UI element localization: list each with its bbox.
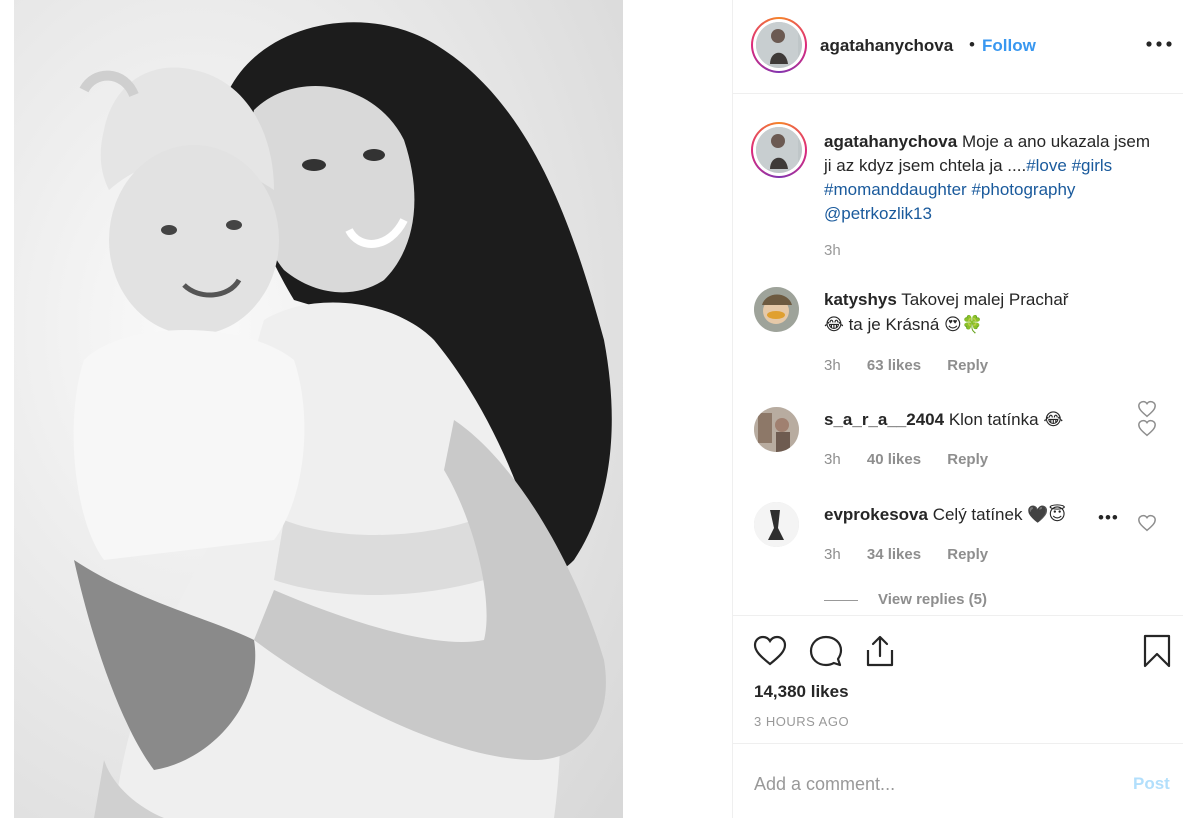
add-comment-input[interactable] xyxy=(754,769,1094,799)
bookmark-icon[interactable] xyxy=(1140,634,1174,668)
commenter-avatar[interactable] xyxy=(754,407,799,452)
commenter-avatar[interactable] xyxy=(754,287,799,332)
hashtag-photography[interactable]: #photography xyxy=(971,180,1075,199)
comment-meta: 3h 63 likes Reply xyxy=(824,357,1010,374)
commenter-avatar[interactable] xyxy=(754,502,799,547)
comment-meta: 3h 34 likes Reply xyxy=(824,546,1010,563)
post-photo[interactable] xyxy=(14,0,623,818)
share-icon[interactable] xyxy=(863,634,897,668)
comment-body-line1: Takovej malej Prachař xyxy=(901,290,1069,309)
comment-likes[interactable]: 63 likes xyxy=(867,357,921,374)
hashtag-momanddaughter[interactable]: #momanddaughter xyxy=(824,180,967,199)
post-photo-illustration xyxy=(14,0,623,818)
comment-like-heart-icon[interactable] xyxy=(1137,400,1157,418)
add-comment-bar: Post xyxy=(733,745,1183,818)
caption-timestamp[interactable]: 3h xyxy=(824,242,841,259)
avatar-photo-icon xyxy=(756,127,798,169)
author-avatar[interactable] xyxy=(751,17,807,73)
view-replies-divider xyxy=(824,599,858,601)
comment-text: s_a_r_a__2404 Klon tatínka 😂 xyxy=(824,407,1124,432)
heart-icon[interactable] xyxy=(753,634,787,668)
comment-likes[interactable]: 34 likes xyxy=(867,546,921,563)
post-likes-count[interactable]: 14,380 likes xyxy=(754,682,849,702)
hashtag-girls[interactable]: #girls xyxy=(1072,156,1113,175)
avatar-photo-icon xyxy=(754,407,799,452)
caption-username[interactable]: agatahanychova xyxy=(824,132,957,151)
post-header: agatahanychova • Follow xyxy=(733,0,1183,94)
author-username[interactable]: agatahanychova xyxy=(820,36,953,56)
comment-text: evprokesova Celý tatínek 🖤😇 xyxy=(824,502,1124,527)
comment-timestamp[interactable]: 3h xyxy=(824,546,841,563)
comment-username[interactable]: s_a_r_a__2404 xyxy=(824,410,944,429)
comment-like-heart-icon[interactable] xyxy=(1137,419,1157,437)
left-gutter xyxy=(0,0,14,818)
post-side-panel: agatahanychova • Follow agatahanychova M… xyxy=(732,0,1183,818)
comment-text: katyshys Takovej malej Prachař 😂 ta je K… xyxy=(824,287,1124,337)
comment-body: Klon tatínka 😂 xyxy=(948,410,1064,429)
more-horizontal-icon[interactable] xyxy=(1145,34,1173,54)
mention-petrkozlik13[interactable]: @petrkozlik13 xyxy=(824,204,932,223)
reply-button[interactable]: Reply xyxy=(947,357,988,374)
comment-timestamp[interactable]: 3h xyxy=(824,451,841,468)
avatar-photo-icon xyxy=(754,287,799,332)
caption-text: agatahanychova Moje a ano ukazala jsem j… xyxy=(824,130,1154,226)
follow-button[interactable]: Follow xyxy=(982,36,1036,56)
post-comment-button[interactable]: Post xyxy=(1133,774,1170,794)
comment-body: Celý tatínek 🖤😇 xyxy=(932,505,1067,524)
comment-username[interactable]: evprokesova xyxy=(824,505,928,524)
view-replies-label: View replies (5) xyxy=(878,591,987,608)
post-actions: 14,380 likes 3 HOURS AGO xyxy=(733,615,1183,744)
comment-like-heart-icon[interactable] xyxy=(1137,514,1157,532)
hashtag-love[interactable]: #love xyxy=(1026,156,1067,175)
comment-meta: 3h 40 likes Reply xyxy=(824,451,1010,468)
comment-timestamp[interactable]: 3h xyxy=(824,357,841,374)
comment-likes[interactable]: 40 likes xyxy=(867,451,921,468)
reply-button[interactable]: Reply xyxy=(947,546,988,563)
reply-button[interactable]: Reply xyxy=(947,451,988,468)
comment-username[interactable]: katyshys xyxy=(824,290,897,309)
avatar-photo-icon xyxy=(754,502,799,547)
comment-body-line2: 😂 ta je Krásná 😍🍀 xyxy=(824,315,983,334)
view-replies-button[interactable]: View replies (5) xyxy=(824,591,987,608)
separator-dot: • xyxy=(969,35,975,54)
comments-list[interactable]: agatahanychova Moje a ano ukazala jsem j… xyxy=(733,95,1183,615)
caption-author-avatar[interactable] xyxy=(751,122,807,178)
post-timestamp[interactable]: 3 HOURS AGO xyxy=(754,714,849,729)
avatar-photo-icon xyxy=(756,22,798,64)
comment-options-button[interactable]: ••• xyxy=(1098,508,1119,528)
comment-icon[interactable] xyxy=(809,634,843,668)
